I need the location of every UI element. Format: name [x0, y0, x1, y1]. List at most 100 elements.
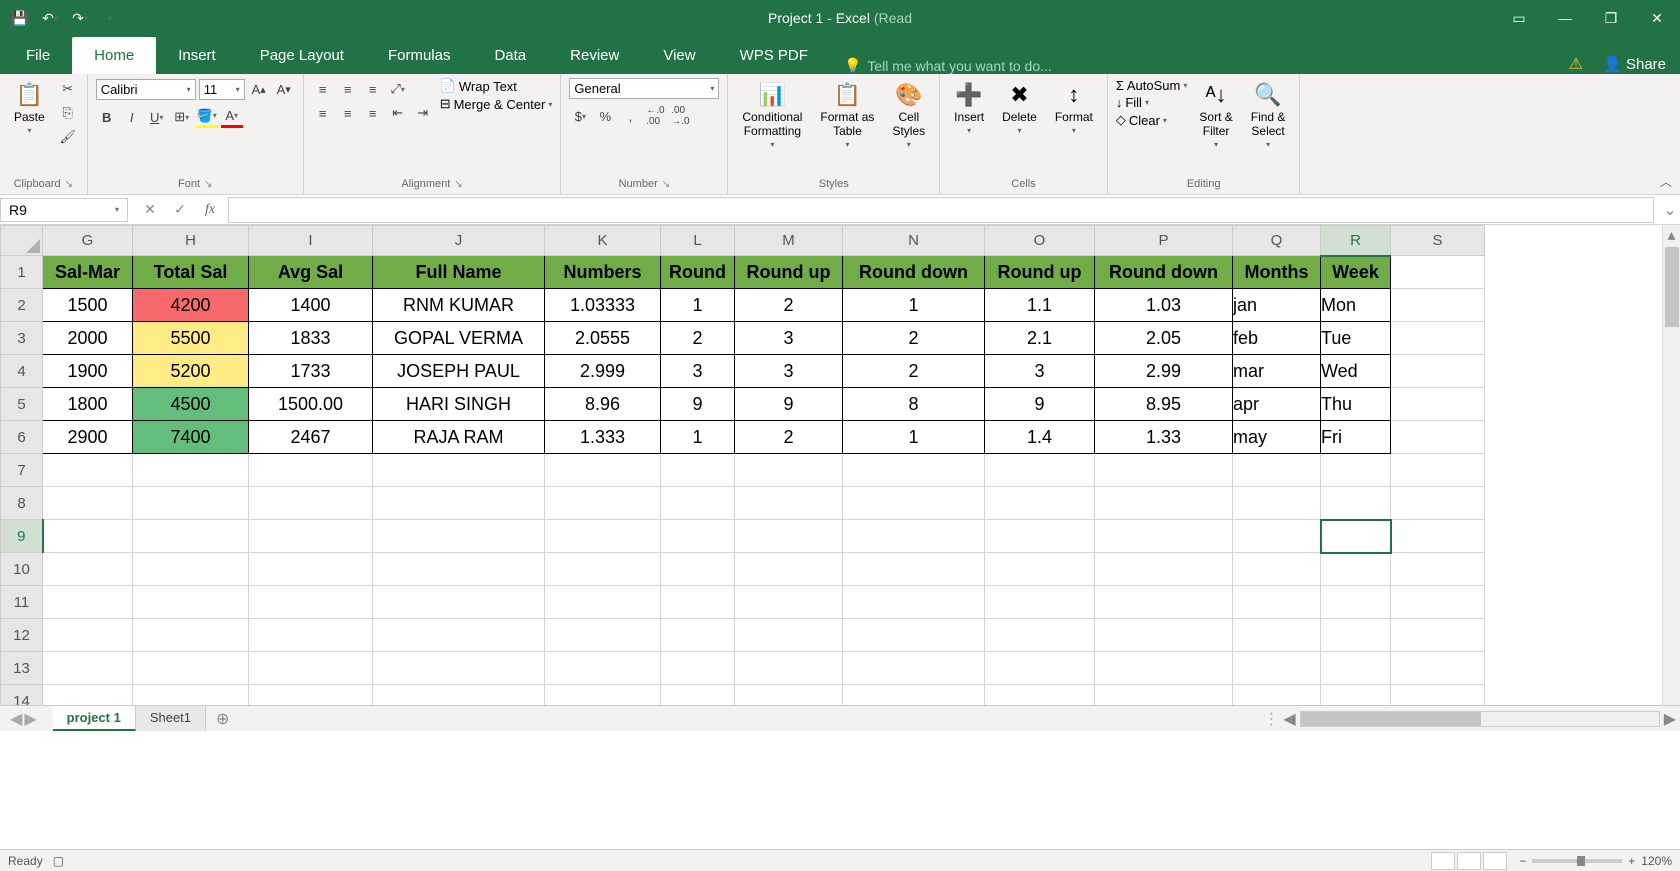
header-cell[interactable]: Round up — [985, 256, 1095, 289]
cell-H14[interactable] — [133, 685, 249, 706]
cell-P14[interactable] — [1095, 685, 1233, 706]
cell-K14[interactable] — [545, 685, 661, 706]
cell-G13[interactable] — [43, 652, 133, 685]
cell-I11[interactable] — [249, 586, 373, 619]
cell-O4[interactable]: 3 — [985, 355, 1095, 388]
header-cell[interactable]: Sal-Mar — [43, 256, 133, 289]
cell-I7[interactable] — [249, 454, 373, 487]
cell-G6[interactable]: 2900 — [43, 421, 133, 454]
cell-P13[interactable] — [1095, 652, 1233, 685]
header-cell[interactable]: Total Sal — [133, 256, 249, 289]
cell-S9[interactable] — [1391, 520, 1485, 553]
header-cell[interactable]: Months — [1233, 256, 1321, 289]
column-header-N[interactable]: N — [843, 226, 985, 256]
cell-K5[interactable]: 8.96 — [545, 388, 661, 421]
cell-I2[interactable]: 1400 — [249, 289, 373, 322]
cell-L13[interactable] — [661, 652, 735, 685]
cell-M3[interactable]: 3 — [735, 322, 843, 355]
cell-S8[interactable] — [1391, 487, 1485, 520]
cell-L14[interactable] — [661, 685, 735, 706]
cell-J3[interactable]: GOPAL VERMA — [373, 322, 545, 355]
cell-M5[interactable]: 9 — [735, 388, 843, 421]
merge-center-button[interactable]: ⊟ Merge & Center ▾ — [440, 96, 553, 112]
cell-K3[interactable]: 2.0555 — [545, 322, 661, 355]
cell-M13[interactable] — [735, 652, 843, 685]
cell-H3[interactable]: 5500 — [133, 322, 249, 355]
cell-R9[interactable] — [1321, 520, 1391, 553]
cell-O5[interactable]: 9 — [985, 388, 1095, 421]
tab-home[interactable]: Home — [72, 37, 156, 74]
cell-O6[interactable]: 1.4 — [985, 421, 1095, 454]
cell-J10[interactable] — [373, 553, 545, 586]
cell-J2[interactable]: RNM KUMAR — [373, 289, 545, 322]
page-layout-view-icon[interactable] — [1457, 852, 1481, 870]
cell-J7[interactable] — [373, 454, 545, 487]
cell-R11[interactable] — [1321, 586, 1391, 619]
align-center-icon[interactable]: ≡ — [337, 102, 359, 124]
cell-I8[interactable] — [249, 487, 373, 520]
tab-insert[interactable]: Insert — [156, 37, 238, 74]
cell-L11[interactable] — [661, 586, 735, 619]
cell-G7[interactable] — [43, 454, 133, 487]
cell-G4[interactable]: 1900 — [43, 355, 133, 388]
paste-button[interactable]: 📋 Paste ▾ — [8, 78, 51, 139]
add-sheet-button[interactable]: ⊕ — [206, 709, 239, 729]
cell-H4[interactable]: 5200 — [133, 355, 249, 388]
hscroll-right-icon[interactable]: ▶ — [1664, 709, 1676, 729]
insert-cells-button[interactable]: ➕Insert▾ — [948, 78, 990, 139]
cell-R7[interactable] — [1321, 454, 1391, 487]
sheet-tab-project1[interactable]: project 1 — [53, 706, 136, 731]
borders-icon[interactable]: ⊞▾ — [171, 106, 193, 128]
cell-M14[interactable] — [735, 685, 843, 706]
cell-L5[interactable]: 9 — [661, 388, 735, 421]
cell-I9[interactable] — [249, 520, 373, 553]
align-right-icon[interactable]: ≡ — [362, 102, 384, 124]
row-header-10[interactable]: 10 — [1, 553, 43, 586]
cancel-formula-icon[interactable]: ✕ — [138, 198, 162, 222]
cell-O3[interactable]: 2.1 — [985, 322, 1095, 355]
font-color-icon[interactable]: A▾ — [221, 106, 243, 128]
row-header-5[interactable]: 5 — [1, 388, 43, 421]
align-middle-icon[interactable]: ≡ — [337, 78, 359, 100]
fill-button[interactable]: ↓ Fill ▾ — [1116, 95, 1188, 110]
percent-icon[interactable]: % — [594, 105, 616, 127]
cell-G2[interactable]: 1500 — [43, 289, 133, 322]
save-icon[interactable]: 💾 — [8, 6, 32, 30]
cell-O14[interactable] — [985, 685, 1095, 706]
cell-Q11[interactable] — [1233, 586, 1321, 619]
cell-R14[interactable] — [1321, 685, 1391, 706]
cell-S10[interactable] — [1391, 553, 1485, 586]
clipboard-dialog-icon[interactable]: ↘ — [65, 179, 73, 190]
tab-data[interactable]: Data — [472, 37, 548, 74]
cell-K8[interactable] — [545, 487, 661, 520]
wrap-text-button[interactable]: 📄 Wrap Text — [440, 78, 553, 94]
tab-view[interactable]: View — [641, 37, 717, 74]
cell-J14[interactable] — [373, 685, 545, 706]
cell-N10[interactable] — [843, 553, 985, 586]
cell-N8[interactable] — [843, 487, 985, 520]
cell-N5[interactable]: 8 — [843, 388, 985, 421]
header-cell[interactable]: Full Name — [373, 256, 545, 289]
cell-G10[interactable] — [43, 553, 133, 586]
cell-J13[interactable] — [373, 652, 545, 685]
cell-N12[interactable] — [843, 619, 985, 652]
cell-N14[interactable] — [843, 685, 985, 706]
cell-S7[interactable] — [1391, 454, 1485, 487]
cell-G12[interactable] — [43, 619, 133, 652]
underline-icon[interactable]: U▾ — [146, 106, 168, 128]
scrollbar-thumb[interactable] — [1665, 247, 1679, 327]
cell-N2[interactable]: 1 — [843, 289, 985, 322]
cell-P6[interactable]: 1.33 — [1095, 421, 1233, 454]
tab-formulas[interactable]: Formulas — [366, 37, 473, 74]
cell-Q7[interactable] — [1233, 454, 1321, 487]
cell-N13[interactable] — [843, 652, 985, 685]
cell-J8[interactable] — [373, 487, 545, 520]
header-cell[interactable]: Round down — [1095, 256, 1233, 289]
column-header-K[interactable]: K — [545, 226, 661, 256]
header-cell[interactable]: Avg Sal — [249, 256, 373, 289]
share-button[interactable]: 👤 Share — [1603, 55, 1666, 73]
cell-L9[interactable] — [661, 520, 735, 553]
cell-R13[interactable] — [1321, 652, 1391, 685]
cell-Q2[interactable]: jan — [1233, 289, 1321, 322]
row-header-8[interactable]: 8 — [1, 487, 43, 520]
